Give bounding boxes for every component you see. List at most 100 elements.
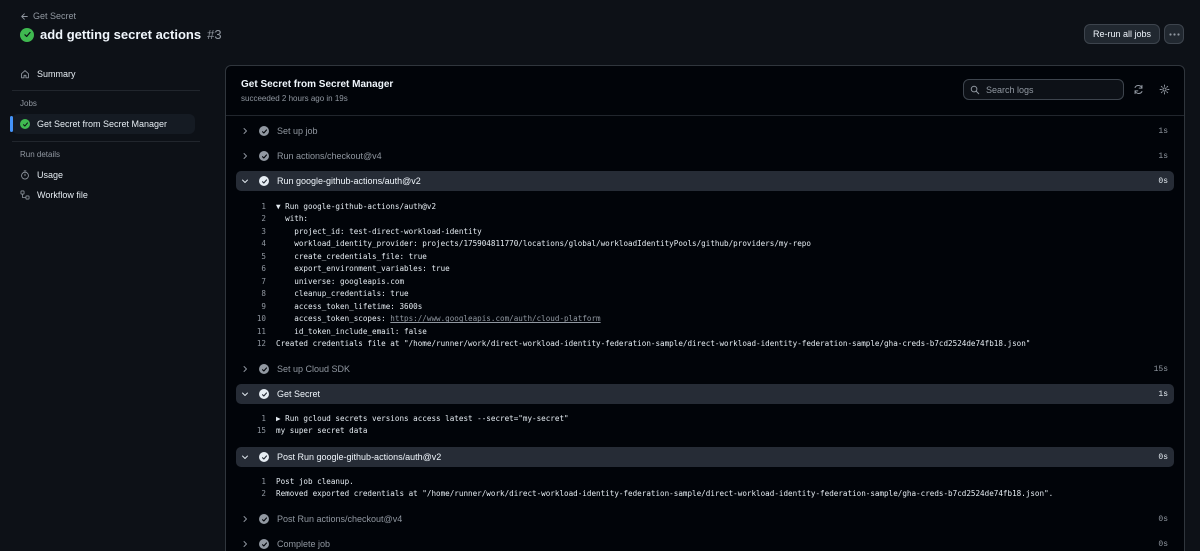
sidebar-item-label: Summary <box>37 69 76 79</box>
log-line-number[interactable]: 15 <box>226 426 266 435</box>
log-line-text: workload_identity_provider: projects/175… <box>276 239 811 248</box>
step-duration: 0s <box>1158 452 1168 462</box>
page-title: add getting secret actions #3 <box>20 27 222 42</box>
sidebar-item-workflow-file[interactable]: Workflow file <box>12 185 195 205</box>
step-set-up-cloud-sdk[interactable]: Set up Cloud SDK 15s <box>236 359 1174 379</box>
log-line-text: ▶ Run gcloud secrets versions access lat… <box>276 414 569 423</box>
step-get-secret[interactable]: Get Secret 1s <box>236 384 1174 404</box>
chevron-right-icon <box>238 152 252 160</box>
step-name: Post Run google-github-actions/auth@v2 <box>277 452 442 462</box>
run-number: #3 <box>207 27 222 42</box>
step-success-icon <box>259 514 269 524</box>
log-line-number[interactable]: 1 <box>226 477 266 486</box>
log-text: ▼ Run google-github-actions/auth@v2 <box>276 201 437 211</box>
step-duration: 1s <box>1158 151 1168 161</box>
log-line: 8 cleanup_credentials: true <box>226 288 1184 301</box>
step-duration: 15s <box>1153 364 1168 374</box>
log-line-number[interactable]: 5 <box>226 252 266 261</box>
step-post-auth[interactable]: Post Run google-github-actions/auth@v2 0… <box>236 447 1174 467</box>
log-line: 11 id_token_include_email: false <box>226 325 1184 338</box>
job-header: Get Secret from Secret Manager succeeded… <box>226 66 1184 116</box>
step-name: Set up job <box>277 126 318 136</box>
log-line-number[interactable]: 8 <box>226 289 266 298</box>
step-success-icon <box>259 176 269 186</box>
step-success-icon <box>259 151 269 161</box>
log-line: 6 export_environment_variables: true <box>226 263 1184 276</box>
step-duration: 0s <box>1158 176 1168 186</box>
step-name: Complete job <box>277 539 331 549</box>
log-line: 4 workload_identity_provider: projects/1… <box>226 238 1184 251</box>
log-line-text: project_id: test-direct-workload-identit… <box>276 226 482 236</box>
log-line: 12 Created credentials file at "/home/run… <box>226 338 1184 351</box>
log-line-number[interactable]: 9 <box>226 302 266 311</box>
sidebar-item-usage[interactable]: Usage <box>12 165 195 185</box>
log-line: 2 with: <box>226 213 1184 226</box>
step-complete-job[interactable]: Complete job 0s <box>236 534 1174 551</box>
sidebar-item-summary[interactable]: Summary <box>12 64 195 84</box>
sidebar-item-job[interactable]: Get Secret from Secret Manager <box>10 114 195 134</box>
log-line-text: export_environment_variables: true <box>276 264 450 274</box>
step-name: Set up Cloud SDK <box>277 364 351 374</box>
step-set-up-job[interactable]: Set up job 1s <box>236 121 1174 141</box>
step-duration: 0s <box>1158 539 1168 549</box>
step-duration: 1s <box>1158 389 1168 399</box>
log-line-number[interactable]: 4 <box>226 239 266 248</box>
log-text: Created credentials file at "/home/runne… <box>276 339 1031 349</box>
log-text: project_id: test-direct-workload-identit… <box>276 226 482 236</box>
step-duration: 0s <box>1158 514 1168 524</box>
log-line: 15 my super secret data <box>226 425 1184 438</box>
log-line: 9 access_token_lifetime: 3600s <box>226 300 1184 313</box>
log-line-number[interactable]: 1 <box>226 414 266 423</box>
search-logs-input[interactable] <box>986 84 1116 95</box>
log-text: with: <box>276 214 309 224</box>
sidebar-item-label: Usage <box>37 170 64 180</box>
step-name: Post Run actions/checkout@v4 <box>277 514 403 524</box>
log-line-text: access_token_lifetime: 3600s <box>276 302 422 311</box>
log-line-number[interactable]: 10 <box>226 314 266 323</box>
settings-button[interactable] <box>1157 82 1171 96</box>
log-line-number[interactable]: 7 <box>226 277 266 286</box>
log-link[interactable]: https://www.googleapis.com/auth/cloud-pl… <box>390 314 600 323</box>
log-line: 2 Removed exported credentials at "/home/… <box>226 488 1184 501</box>
chevron-down-icon <box>238 177 252 185</box>
back-link[interactable]: Get Secret <box>20 11 76 21</box>
search-logs-box[interactable] <box>963 79 1124 100</box>
log-line-number[interactable]: 11 <box>226 327 266 336</box>
chevron-right-icon <box>238 540 252 548</box>
sidebar-item-label: Workflow file <box>37 190 88 200</box>
rerun-all-jobs-button[interactable]: Re-run all jobs <box>1084 24 1160 44</box>
chevron-down-icon <box>238 390 252 398</box>
step-name: Get Secret <box>277 389 321 399</box>
more-options-button[interactable] <box>1164 24 1184 44</box>
log-line-text: Post job cleanup. <box>276 477 354 486</box>
log-line-number[interactable]: 2 <box>226 489 266 498</box>
log-line-number[interactable]: 2 <box>226 214 266 223</box>
log-text: id_token_include_email: false <box>276 326 427 336</box>
chevron-right-icon <box>238 365 252 373</box>
success-check-icon <box>20 27 34 42</box>
log-line: 3 project_id: test-direct-workload-ident… <box>226 225 1184 238</box>
log-line-text: cleanup_credentials: true <box>276 289 408 298</box>
log-text: export_environment_variables: true <box>276 264 450 274</box>
step-auth[interactable]: Run google-github-actions/auth@v2 0s <box>236 171 1174 191</box>
log-line-number[interactable]: 3 <box>226 227 266 236</box>
step-success-icon <box>259 364 269 374</box>
sidebar-item-label: Get Secret from Secret Manager <box>37 119 168 129</box>
back-link-label: Get Secret <box>33 11 77 21</box>
step-name: Run actions/checkout@v4 <box>277 151 382 161</box>
log-line-text: Created credentials file at "/home/runne… <box>276 339 1030 348</box>
refresh-button[interactable] <box>1131 82 1145 96</box>
log-line-text: universe: googleapis.com <box>276 277 404 286</box>
step-post-checkout[interactable]: Post Run actions/checkout@v4 0s <box>236 509 1174 529</box>
log-line: 10 access_token_scopes: https://www.goog… <box>226 313 1184 326</box>
kebab-horizontal-icon <box>1168 32 1180 36</box>
log-text: Post job cleanup. <box>276 476 354 486</box>
log-line-number[interactable]: 12 <box>226 339 266 348</box>
step-name: Run google-github-actions/auth@v2 <box>277 176 421 186</box>
log-line-number[interactable]: 1 <box>226 202 266 211</box>
step-checkout[interactable]: Run actions/checkout@v4 1s <box>236 146 1174 166</box>
sidebar-divider <box>12 141 200 142</box>
log-line: 1 ▼ Run google-github-actions/auth@v2 <box>226 200 1184 213</box>
gear-icon <box>1159 84 1169 94</box>
log-line-number[interactable]: 6 <box>226 264 266 273</box>
